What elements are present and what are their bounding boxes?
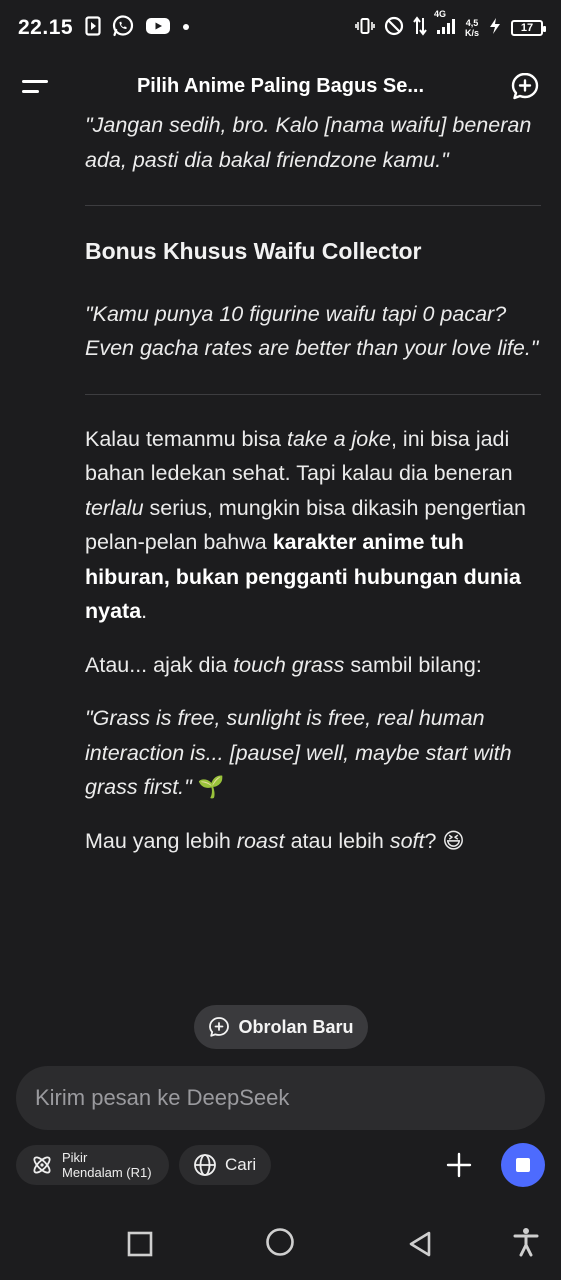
home-button[interactable] — [258, 1220, 302, 1264]
message-composer[interactable] — [16, 1066, 545, 1130]
new-chat-icon — [511, 72, 539, 100]
composer-toolbar: Pikir Mendalam (R1) Cari — [16, 1143, 545, 1187]
youtube-icon — [145, 16, 171, 41]
battery-icon: 17 — [511, 20, 546, 36]
assistant-message: "Jangan sedih, bro. Kalo [nama waifu] be… — [85, 108, 541, 858]
paragraph-question: Mau yang lebih roast atau lebih soft? 😆 — [85, 828, 465, 853]
seedling-emoji-icon: 🌱 — [197, 775, 225, 799]
signal-icon: 4G — [434, 9, 456, 40]
whatsapp-icon — [111, 14, 135, 43]
quote-grass: "Grass is free, sunlight is free, real h… — [85, 706, 512, 799]
vibrate-icon — [355, 17, 375, 40]
menu-icon — [22, 79, 48, 83]
chat-title: Pilih Anime Paling Bagus Se... — [136, 74, 425, 97]
more-notifications-dot-icon — [181, 19, 191, 37]
message-input[interactable] — [35, 1085, 515, 1111]
attach-button[interactable] — [439, 1145, 479, 1185]
atom-icon — [33, 1156, 51, 1174]
new-chat-icon — [209, 1017, 230, 1037]
chat-header: Pilih Anime Paling Bagus Se... — [0, 58, 561, 114]
network-speed: 4,5 K/s — [464, 18, 479, 38]
new-chat-button[interactable]: Obrolan Baru — [194, 1005, 368, 1049]
quote-gacha: "Kamu punya 10 figurine waifu tapi 0 pac… — [85, 301, 539, 361]
do-not-disturb-icon — [384, 16, 404, 41]
divider — [85, 205, 541, 206]
deep-think-toggle[interactable]: Pikir Mendalam (R1) — [16, 1145, 169, 1185]
back-triangle-icon — [409, 1231, 431, 1257]
laughing-emoji-icon: 😆 — [442, 828, 465, 853]
divider — [85, 393, 541, 395]
data-transfer-icon — [413, 15, 427, 41]
charging-icon — [488, 17, 502, 40]
accessibility-icon — [513, 1228, 539, 1257]
back-button[interactable] — [398, 1222, 442, 1266]
plus-icon — [446, 1152, 472, 1178]
new-chat-header-button[interactable] — [505, 66, 545, 106]
accessibility-button[interactable] — [504, 1220, 548, 1264]
system-navigation-bar — [0, 1210, 561, 1280]
section-heading: Bonus Khusus Waifu Collector — [85, 238, 422, 264]
new-chat-label: Obrolan Baru — [238, 1016, 354, 1037]
globe-icon — [194, 1154, 216, 1176]
paragraph-advice: Kalau temanmu bisa take a joke, ini bisa… — [85, 426, 526, 624]
status-system-icons: 4G 4,5 K/s 17 — [355, 9, 546, 41]
recent-apps-button[interactable] — [118, 1222, 162, 1266]
menu-button[interactable] — [16, 66, 56, 106]
square-icon — [127, 1231, 153, 1257]
stop-icon — [516, 1158, 530, 1172]
media-notification-icon — [85, 15, 101, 41]
status-bar: 22.15 4G 4,5 K/s 17 — [0, 0, 561, 56]
circle-icon — [266, 1228, 294, 1256]
quote-friendzone: "Jangan sedih, bro. Kalo [nama waifu] be… — [85, 113, 532, 172]
stop-button[interactable] — [501, 1143, 545, 1187]
status-notification-icons — [85, 14, 191, 43]
status-time: 22.15 — [18, 16, 74, 39]
paragraph-touch-grass: Atau... ajak dia touch grass sambil bila… — [85, 652, 482, 677]
web-search-toggle[interactable]: Cari — [179, 1145, 271, 1185]
